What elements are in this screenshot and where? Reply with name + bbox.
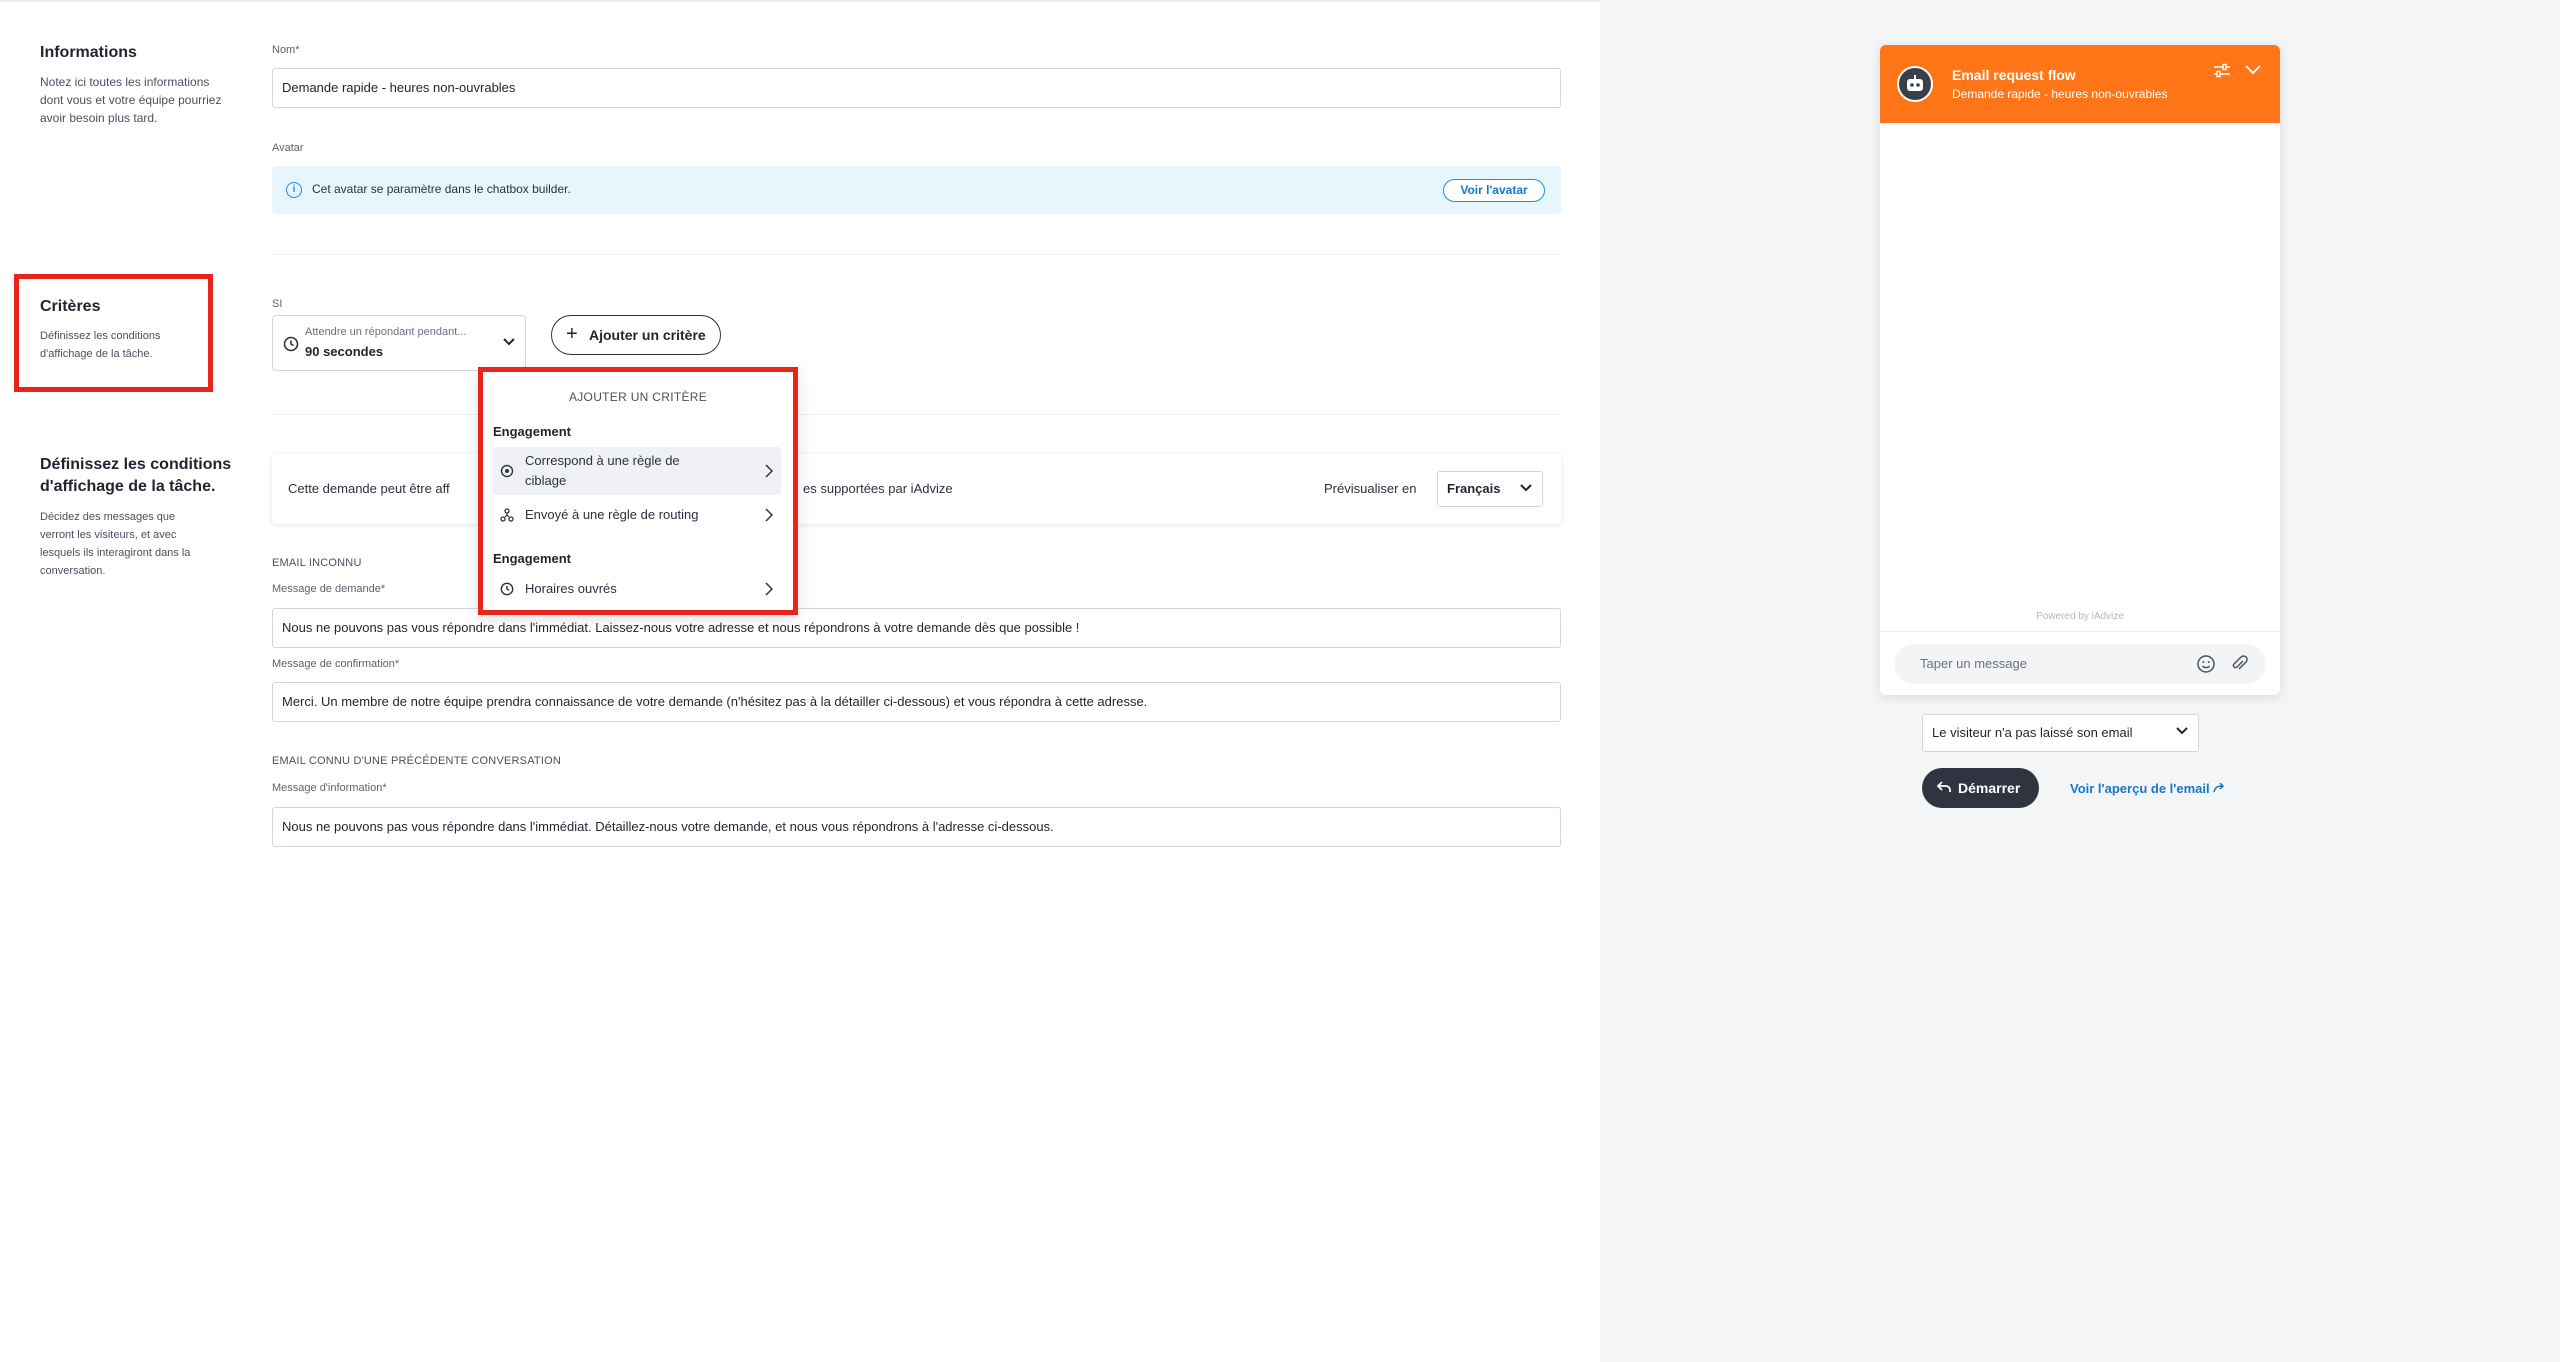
avatar-info-text: Cet avatar se paramètre dans le chatbox … [312,182,571,196]
request-message-field[interactable]: Nous ne pouvons pas vous répondre dans l… [272,608,1561,648]
plus-icon: + [566,323,578,345]
confirmation-message-label: Message de confirmation* [272,658,400,670]
messages-description: Décidez des messages que verront les vis… [40,511,191,577]
informations-description: Notez ici toutes les informations dont v… [40,75,222,125]
dropdown-header: AJOUTER UN CRITÈRE [568,390,708,404]
name-field[interactable]: Demande rapide - heures non-ouvrables [272,68,1561,108]
language-select[interactable]: Français [1437,471,1543,507]
robot-icon [1907,75,1923,91]
info-message-label: Message d'information* [272,782,387,794]
name-label: Nom* [272,44,300,56]
request-message-label: Message de demande* [272,583,386,595]
chevron-down-icon[interactable] [2245,65,2261,75]
chatbox-title: Email request flow [1952,67,2076,83]
info-message-field[interactable]: Nous ne pouvons pas vous répondre dans l… [272,807,1561,847]
clock-icon [283,336,299,352]
add-criteria-dropdown: AJOUTER UN CRITÈRE Engagement Correspond… [478,367,798,615]
emoji-icon[interactable] [2196,654,2216,674]
form-panel: Informations Notez ici toutes les inform… [0,0,1600,1362]
chatbox-preview: Email request flow Demande rapide - heur… [1880,45,2280,695]
select-caption: Attendre un répondant pendant... [305,326,467,338]
routing-icon [500,508,514,522]
start-button[interactable]: Démarrer [1922,768,2039,808]
bot-avatar [1897,66,1933,102]
avatar-info-box: i Cet avatar se paramètre dans le chatbo… [272,166,1561,214]
target-icon [500,464,514,478]
criteria-title: Critères [40,298,101,315]
select-value: 90 secondes [305,344,384,359]
chevron-right-icon [765,582,773,596]
informations-title: Informations [40,44,137,61]
chat-message-input[interactable]: Taper un message [1894,644,2266,684]
visitor-scenario-select[interactable]: Le visiteur n'a pas laissé son email [1922,714,2199,752]
unknown-email-heading: EMAIL INCONNU [272,557,362,569]
known-email-heading: EMAIL CONNU D'UNE PRÉCÉDENTE CONVERSATIO… [272,755,562,767]
chevron-right-icon [765,464,773,478]
confirmation-message-field[interactable]: Merci. Un membre de notre équipe prendra… [272,682,1561,722]
chevron-down-icon [1520,484,1532,492]
settings-sliders-icon[interactable] [2213,63,2231,79]
powered-by: Powered by iAdvize [2036,611,2124,622]
chatbox-header: Email request flow Demande rapide - heur… [1880,45,2280,123]
preview-language-bar: Cette demande peut être aff es supportée… [272,454,1561,524]
preview-text: Cette demande peut être aff [288,481,450,496]
view-avatar-button[interactable]: Voir l'avatar [1443,179,1545,202]
info-icon: i [286,182,302,198]
chatbox-subtitle: Demande rapide - heures non-ouvrables [1952,87,2168,101]
divider [272,414,1561,415]
preview-text-continued: es supportées par iAdvize [803,481,953,496]
si-label: SI [272,298,283,310]
criteria-description: Définissez les conditions d'affichage de… [40,330,161,360]
avatar-label: Avatar [272,142,304,154]
clock-icon [500,582,514,596]
menu-item-targeting-rule[interactable]: Correspond à une règle de ciblage [493,447,781,495]
paperclip-icon[interactable] [2229,654,2249,674]
chevron-down-icon [2176,727,2188,735]
reply-arrow-icon [1936,781,1951,792]
menu-item-routing-rule[interactable]: Envoyé à une règle de routing [493,499,781,531]
preview-language-label: Prévisualiser en [1324,481,1417,496]
messages-title: Définissez les conditions d'affichage de… [40,456,232,495]
add-criteria-button[interactable]: + Ajouter un critère [551,315,721,355]
divider [272,254,1561,255]
wait-responder-select[interactable]: Attendre un répondant pendant... 90 seco… [272,315,526,371]
arrow-right-icon [2213,782,2225,793]
menu-item-business-hours[interactable]: Horaires ouvrés [493,573,781,605]
chevron-down-icon [503,338,515,346]
dropdown-group-label: Engagement [493,551,572,566]
dropdown-group-label: Engagement [493,424,572,439]
chat-input-area: Taper un message [1880,631,2280,695]
chevron-right-icon [765,508,773,522]
email-preview-link[interactable]: Voir l'aperçu de l'email [2070,781,2225,796]
